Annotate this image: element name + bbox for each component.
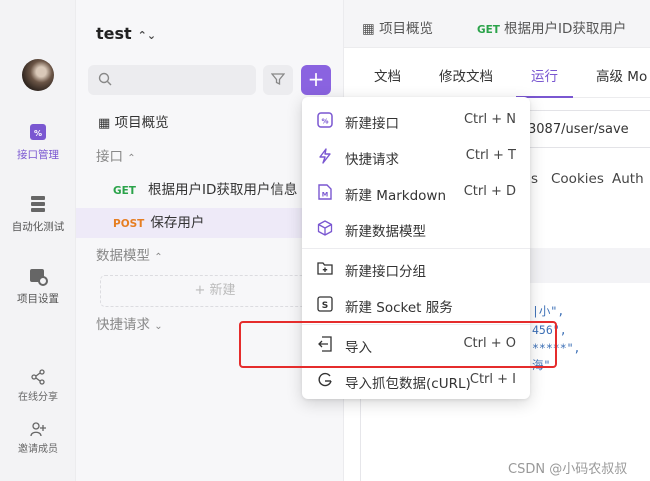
rail-item-api-management[interactable]: % 接口管理 <box>0 122 76 162</box>
menu-item-shortcut: Ctrl + D <box>463 184 516 199</box>
tab-overview[interactable]: ▦ 项目概览 <box>362 17 433 37</box>
tab-auth[interactable]: Auth <box>612 171 644 187</box>
menu-item-label: 新建 Markdown <box>345 188 447 204</box>
tab-docs[interactable]: 文档 <box>374 65 401 85</box>
invite-user-icon <box>30 422 46 437</box>
menu-item-new-data-model[interactable]: 新建数据模型 <box>302 210 530 246</box>
tab-cookies[interactable]: Cookies <box>551 171 604 187</box>
api-icon: % <box>317 112 333 128</box>
tab-label: 项目概览 <box>379 21 434 37</box>
filter-button[interactable] <box>263 65 293 95</box>
chevron-down-icon: ⌄ <box>154 321 163 332</box>
menu-item-new-markdown[interactable]: M 新建 Markdown Ctrl + D <box>302 174 530 210</box>
method-badge: GET <box>113 185 136 197</box>
section-label: 数据模型 <box>96 248 150 264</box>
tab-run[interactable]: 运行 <box>531 65 558 85</box>
markdown-icon: M <box>318 184 332 200</box>
cube-icon <box>317 220 333 236</box>
tab-label: 根据用户ID获取用户 <box>503 21 627 37</box>
rail-item-share[interactable]: 在线分享 <box>0 369 76 403</box>
new-model-button[interactable]: + 新建 <box>100 275 330 307</box>
menu-item-quick-request[interactable]: 快捷请求 Ctrl + T <box>302 138 530 174</box>
menu-item-label: 导入抓包数据(cURL) <box>345 376 471 392</box>
rail-label: 项目设置 <box>17 293 59 305</box>
api-name: 保存用户 <box>150 215 205 231</box>
code-line: |小", <box>532 304 565 318</box>
tab-params[interactable]: s <box>531 171 538 187</box>
menu-item-new-api[interactable]: % 新建接口 Ctrl + N <box>302 102 530 138</box>
grid-icon: ▦ <box>362 21 375 37</box>
svg-text:%: % <box>321 118 328 126</box>
tab-bar: ▦ 项目概览 GET 根据用户ID获取用户 <box>344 0 650 48</box>
project-name: test <box>96 24 132 43</box>
svg-text:%: % <box>34 129 42 138</box>
method-badge: POST <box>113 218 145 230</box>
menu-item-new-socket[interactable]: S 新建 Socket 服务 <box>302 286 530 322</box>
rail-item-automation[interactable]: 自动化测试 <box>0 194 76 234</box>
search-input[interactable] <box>88 65 256 95</box>
menu-item-label: 快捷请求 <box>345 152 399 168</box>
tab-advanced-mock[interactable]: 高级 Mo <box>596 65 647 85</box>
menu-divider <box>302 248 530 249</box>
rail-item-settings[interactable]: 项目设置 <box>0 266 76 306</box>
folder-plus-icon <box>317 262 333 275</box>
menu-item-label: 新建 Socket 服务 <box>345 300 453 316</box>
rail-label: 在线分享 <box>18 392 58 403</box>
share-icon <box>31 369 45 385</box>
project-switcher[interactable]: test ⌃⌄ <box>96 24 156 43</box>
menu-item-label: 新建接口 <box>345 116 399 132</box>
menu-item-new-api-group[interactable]: 新建接口分组 <box>302 250 530 286</box>
search-icon <box>98 72 112 86</box>
watermark: CSDN @小码农叔叔 <box>508 462 628 477</box>
api-management-icon: % <box>30 124 46 140</box>
svg-text:S: S <box>322 301 328 311</box>
sub-tab-bar: 文档 修改文档 运行 高级 Mo <box>344 48 650 98</box>
menu-item-shortcut: Ctrl + I <box>469 372 516 387</box>
tab-get-user[interactable]: GET 根据用户ID获取用户 <box>477 17 626 37</box>
avatar[interactable] <box>22 59 54 91</box>
rail-label: 邀请成员 <box>18 444 58 455</box>
section-label: 接口 <box>96 149 123 165</box>
automation-icon <box>31 196 45 212</box>
chevron-up-icon: ⌃ <box>127 153 136 164</box>
rail-item-invite[interactable]: 邀请成员 <box>0 421 76 455</box>
rail-label: 自动化测试 <box>11 221 65 233</box>
tab-edit-docs[interactable]: 修改文档 <box>439 65 493 85</box>
filter-icon <box>270 73 286 86</box>
add-button[interactable]: + <box>301 65 331 95</box>
menu-item-shortcut: Ctrl + N <box>463 112 516 127</box>
grid-icon: ▦ <box>98 116 111 131</box>
annotation-highlight-box <box>239 321 557 368</box>
curl-icon <box>318 372 332 387</box>
method-badge: GET <box>477 24 500 36</box>
settings-icon <box>30 269 48 286</box>
svg-text:M: M <box>322 191 328 199</box>
sidebar-item-label: 项目概览 <box>114 115 169 131</box>
left-rail: % 接口管理 自动化测试 项目设置 在线分享 邀请成员 <box>0 0 76 481</box>
lightning-icon <box>319 148 331 164</box>
chevron-up-icon: ⌃ <box>154 252 163 263</box>
section-label: 快捷请求 <box>96 317 150 333</box>
socket-icon: S <box>317 296 333 312</box>
menu-item-shortcut: Ctrl + T <box>465 148 516 163</box>
api-name: 根据用户ID获取用户信息 <box>147 182 298 198</box>
menu-item-label: 新建接口分组 <box>345 264 426 280</box>
rail-label: 接口管理 <box>17 149 59 161</box>
chevron-updown-icon: ⌃⌄ <box>137 29 157 42</box>
url-text: 3087/user/save <box>528 122 629 137</box>
menu-item-label: 新建数据模型 <box>345 224 426 240</box>
